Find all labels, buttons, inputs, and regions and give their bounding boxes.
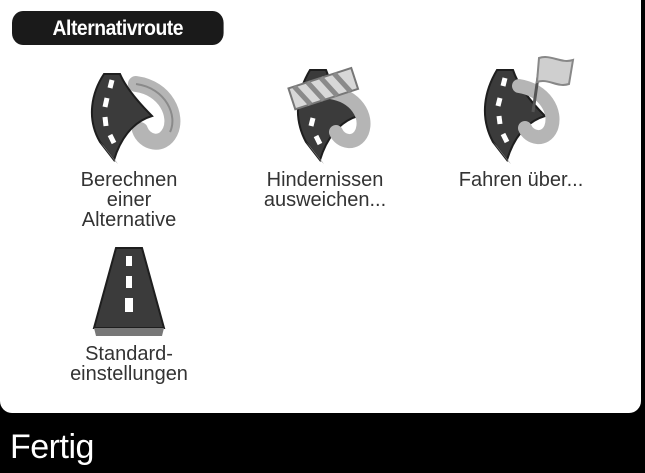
straight-road-icon: [92, 247, 166, 336]
done-bar[interactable]: Fertig: [0, 413, 645, 473]
screen: Alternativroute Berechnen einer Alternat…: [0, 0, 645, 473]
road-flag-icon: [483, 56, 575, 164]
avoid-roadblock-button[interactable]: Hindernissen ausweichen...: [240, 58, 410, 210]
travel-via-label: Fahren über...: [458, 169, 584, 191]
calculate-alternative-button[interactable]: Berechnen einer Alternative: [44, 58, 214, 230]
done-button[interactable]: Fertig: [10, 427, 94, 467]
restore-default-button[interactable]: Standard- einstellungen: [44, 242, 214, 384]
road-blocked-icon: [287, 66, 371, 164]
avoid-roadblock-label: Hindernissen ausweichen...: [263, 169, 387, 211]
restore-default-label: Standard- einstellungen: [70, 343, 188, 385]
menu-panel: Alternativroute Berechnen einer Alternat…: [0, 0, 641, 413]
travel-via-button[interactable]: Fahren über...: [436, 50, 606, 190]
page-title: Alternativroute: [12, 11, 224, 45]
calculate-alternative-label: Berechnen einer Alternative: [80, 169, 178, 231]
road-alternative-icon: [90, 73, 181, 164]
